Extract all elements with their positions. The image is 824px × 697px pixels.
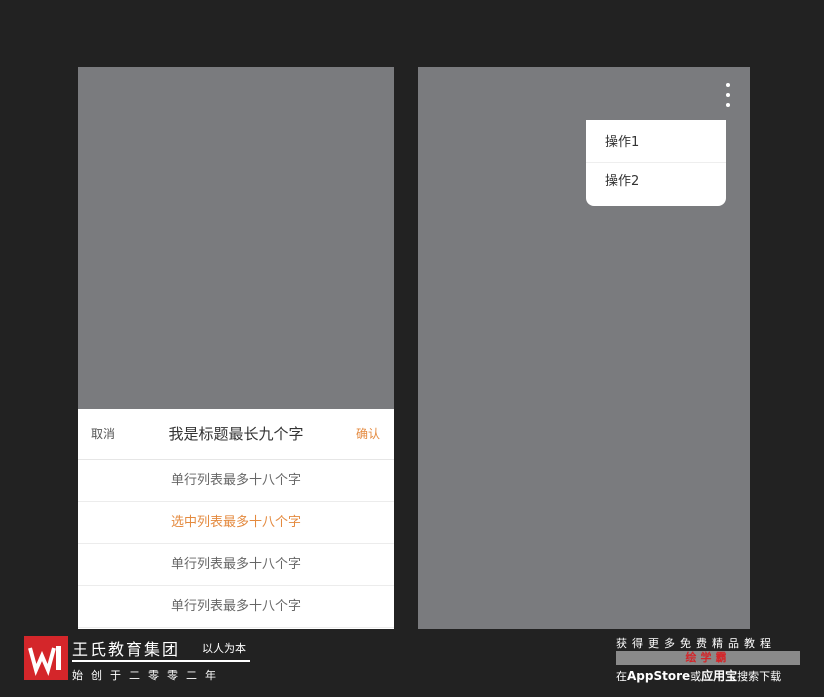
promo-prefix: 在 (616, 670, 627, 683)
promo-appstore: AppStore (627, 669, 691, 683)
brand-founded: 始创于二零零二年 (72, 669, 224, 682)
more-dot (726, 103, 730, 107)
list-item[interactable]: 单行列表最多十八个字 (78, 460, 394, 502)
promo-or: 或 (690, 670, 702, 683)
more-vertical-icon[interactable] (722, 81, 734, 111)
picker-header: 我是标题最长九个字 取消 确认 (78, 409, 394, 460)
brand-name: 王氏教育集团 (72, 640, 181, 659)
canvas: 我是标题最长九个字 取消 确认 单行列表最多十八个字 选中列表最多十八个字 单行… (0, 0, 824, 697)
brand-block: 王氏教育集团 以人为本 始创于二零零二年 (24, 636, 264, 682)
picker-title: 我是标题最长九个字 (168, 425, 304, 443)
confirm-button[interactable]: 确认 (356, 409, 380, 459)
brand-divider (72, 660, 250, 662)
list-item-selected[interactable]: 选中列表最多十八个字 (78, 502, 394, 544)
menu-item-action-2[interactable]: 操作2 (586, 163, 726, 201)
brand-slogan: 以人为本 (202, 642, 246, 655)
left-screen: 我是标题最长九个字 取消 确认 单行列表最多十八个字 选中列表最多十八个字 单行… (78, 67, 394, 629)
promo-line: 获得更多免费精品教程 (616, 637, 776, 650)
menu-item-action-1[interactable]: 操作1 (586, 124, 726, 163)
promo-yingyongbao: 应用宝 (701, 669, 738, 683)
wang-logo-icon (24, 636, 68, 680)
cancel-button[interactable]: 取消 (91, 409, 115, 459)
promo-download-line: 在AppStore或应用宝搜索下载 (616, 667, 781, 684)
overflow-menu: 操作1 操作2 (586, 120, 726, 206)
more-dot (726, 83, 730, 87)
promo-app-name: 绘学霸 (616, 651, 800, 665)
promo-block: 获得更多免费精品教程 绘学霸 在AppStore或应用宝搜索下载 (610, 634, 806, 684)
picker-sheet: 我是标题最长九个字 取消 确认 单行列表最多十八个字 选中列表最多十八个字 单行… (78, 409, 394, 629)
list-item[interactable]: 单行列表最多十八个字 (78, 544, 394, 586)
promo-suffix: 搜索下载 (737, 670, 782, 683)
list-item[interactable]: 单行列表最多十八个字 (78, 586, 394, 628)
more-dot (726, 93, 730, 97)
right-screen: 操作1 操作2 (418, 67, 750, 629)
